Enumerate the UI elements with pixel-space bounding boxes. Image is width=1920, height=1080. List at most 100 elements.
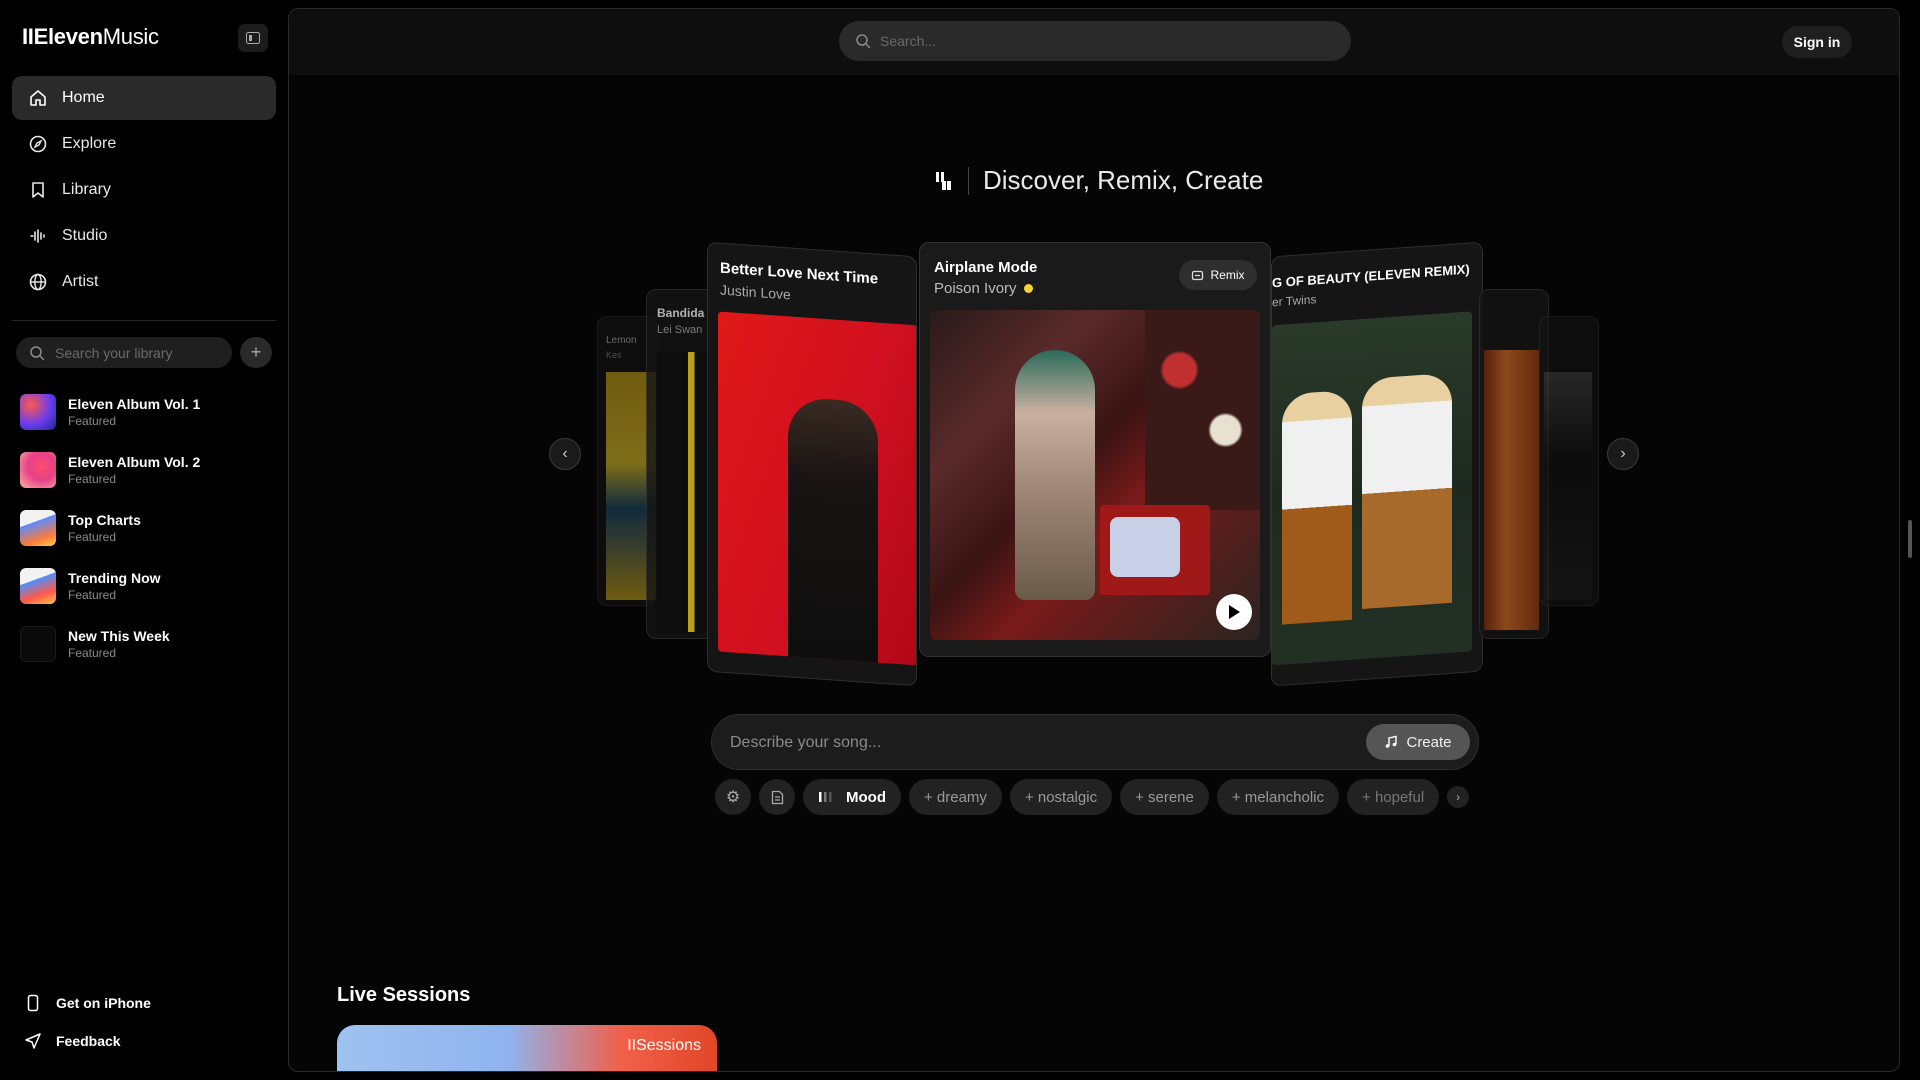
mood-chip[interactable]: Mood [803, 779, 901, 815]
library-item-title: New This Week [68, 628, 170, 644]
remix-label: Remix [1210, 268, 1245, 282]
featured-card[interactable]: Airplane Mode Poison Ivory Remix [919, 242, 1271, 657]
card-artwork [1484, 350, 1539, 630]
artist-photo [1282, 389, 1352, 625]
play-icon [1229, 605, 1240, 619]
tag-chip-dreamy[interactable]: + dreamy [908, 779, 1002, 815]
carousel-next-button[interactable]: › [1607, 438, 1639, 470]
nav-item-home[interactable]: Home [12, 76, 276, 120]
verified-badge-icon [1023, 284, 1033, 293]
play-button[interactable] [1216, 594, 1252, 630]
card-artwork [1544, 372, 1592, 600]
bookmark-icon [32, 182, 44, 198]
artist-photo [788, 396, 878, 663]
album-thumbnail [20, 626, 56, 662]
library-item[interactable]: Top Charts Featured [20, 499, 280, 557]
bars-icon [819, 792, 832, 802]
album-thumbnail [20, 452, 56, 488]
artist-photo [1015, 350, 1095, 600]
elevenmusic-mark-icon [936, 171, 951, 190]
library-search-input[interactable]: Search your library [16, 337, 232, 368]
library-item[interactable]: Eleven Album Vol. 1 Featured [20, 383, 280, 441]
album-thumbnail [20, 510, 56, 546]
library-item-title: Eleven Album Vol. 1 [68, 396, 201, 412]
nav-label: Library [62, 181, 111, 198]
get-on-iphone-link[interactable]: Get on iPhone [24, 994, 151, 1012]
create-button[interactable]: Create [1366, 724, 1470, 760]
sidebar-divider [12, 320, 276, 321]
carousel-prev-button[interactable]: ‹ [549, 438, 581, 470]
live-sessions-banner[interactable]: IISessions [337, 1025, 717, 1071]
main-panel: Search... Sign in Discover, Remix, Creat… [288, 8, 1900, 1072]
chevron-left-icon: ‹ [562, 445, 568, 462]
hero-heading: Discover, Remix, Create [934, 165, 1263, 196]
album-thumbnail [20, 394, 56, 430]
library-item-title: Top Charts [68, 512, 141, 528]
library-list: Eleven Album Vol. 1 Featured Eleven Album… [20, 383, 280, 673]
tag-chip-serene[interactable]: + serene [1120, 779, 1209, 815]
app-logo[interactable]: IIElevenMusic [22, 24, 159, 50]
hero-title: Discover, Remix, Create [983, 165, 1264, 195]
artist-photo [1362, 372, 1452, 610]
top-bar: Search... Sign in [289, 9, 1899, 75]
library-item[interactable]: Eleven Album Vol. 2 Featured [20, 441, 280, 499]
library-item-subtitle: Featured [68, 646, 117, 660]
tag-chip-melancholic[interactable]: + melancholic [1216, 779, 1340, 815]
waveform-icon [30, 229, 45, 243]
nav-label: Studio [62, 227, 108, 244]
nav-label: Home [62, 89, 105, 106]
music-note-icon [1386, 735, 1398, 748]
document-icon [771, 790, 783, 804]
chevron-right-icon: › [1620, 445, 1626, 462]
gear-icon: ⚙ [725, 789, 741, 806]
main-nav: Home Explore Library Studio Artist [12, 76, 276, 306]
remix-icon [1192, 270, 1204, 280]
carousel-card[interactable]: Better Love Next Time Justin Love [707, 241, 917, 687]
library-item[interactable]: New This Week Featured [20, 615, 280, 673]
remix-button[interactable]: Remix [1179, 260, 1257, 290]
tag-chip-hopeful[interactable]: + hopeful [1347, 779, 1440, 815]
song-description-input[interactable]: Describe your song... [730, 734, 881, 752]
heading-separator [968, 166, 969, 195]
create-song-bar: Describe your song... Create [711, 714, 1479, 770]
tag-chip-nostalgic[interactable]: + nostalgic [1009, 779, 1113, 815]
iphone-label: Get on iPhone [56, 995, 151, 1011]
library-item-subtitle: Featured [68, 472, 117, 486]
card-title: Airplane Mode [934, 259, 1038, 276]
mood-chips: ⚙ Mood + dreamy + nostalgic + serene + m… [715, 779, 1470, 815]
plus-icon: + [250, 342, 262, 362]
sidebar-toggle-button[interactable] [238, 24, 268, 52]
search-icon [856, 34, 871, 49]
nav-label: Explore [62, 135, 117, 152]
chevron-right-icon: › [1456, 790, 1461, 804]
feedback-label: Feedback [56, 1033, 121, 1049]
nav-item-artist[interactable]: Artist [12, 260, 276, 304]
feedback-link[interactable]: Feedback [24, 1032, 121, 1050]
card-artist: Justin Love [720, 281, 791, 303]
card-artwork [718, 311, 917, 666]
nav-item-studio[interactable]: Studio [12, 214, 276, 258]
carousel-card[interactable]: Bandida Lei Swan [646, 289, 716, 639]
home-icon [30, 90, 46, 106]
nav-item-library[interactable]: Library [12, 168, 276, 212]
lyrics-chip[interactable] [759, 779, 795, 815]
carousel-card[interactable]: G OF BEAUTY (ELEVEN REMIX) er Twins [1271, 241, 1483, 687]
settings-chip[interactable]: ⚙ [715, 779, 751, 815]
library-search-placeholder: Search your library [55, 344, 173, 361]
album-thumbnail [20, 568, 56, 604]
chips-scroll-right-button[interactable]: › [1447, 786, 1470, 808]
global-search-input[interactable]: Search... [839, 21, 1351, 61]
create-label: Create [1406, 733, 1452, 751]
tv-prop [1100, 505, 1210, 595]
card-artwork [930, 310, 1260, 640]
page-scrollbar[interactable] [1908, 520, 1912, 558]
add-library-button[interactable]: + [240, 337, 272, 368]
card-title: G OF BEAUTY (ELEVEN REMIX) [1272, 261, 1470, 291]
sign-in-button[interactable]: Sign in [1782, 26, 1852, 58]
nav-item-explore[interactable]: Explore [12, 122, 276, 166]
carousel-card[interactable] [1539, 316, 1599, 606]
library-item[interactable]: Trending Now Featured [20, 557, 280, 615]
library-item-subtitle: Featured [68, 414, 117, 428]
floral-wallpaper [1145, 310, 1260, 510]
nav-label: Artist [62, 273, 99, 290]
